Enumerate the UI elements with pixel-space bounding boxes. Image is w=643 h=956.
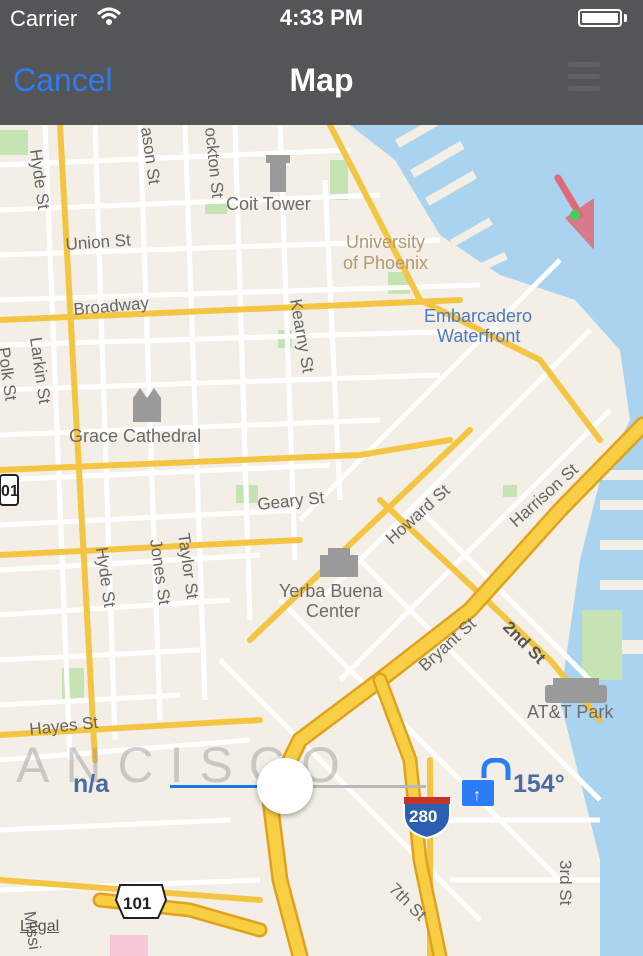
us101-shield: 101: [114, 884, 168, 919]
svg-text:101: 101: [123, 894, 151, 913]
label-coit-tower: Coit Tower: [226, 194, 311, 214]
svg-text:01: 01: [1, 483, 19, 500]
label-university-line2: of Phoenix: [343, 253, 428, 273]
label-yerba-buena-line1: Yerba Buena: [279, 581, 383, 601]
stadium-icon: [545, 678, 607, 703]
lock-icon[interactable]: ↑: [460, 757, 512, 808]
status-time: 4:33 PM: [279, 5, 364, 30]
menu-icon[interactable]: [568, 62, 600, 92]
label-yerba-buena-line2: Center: [306, 601, 360, 621]
navigation-bar: Carrier 4:33 PM Cancel Map: [0, 0, 643, 125]
svg-text:280: 280: [409, 807, 437, 826]
distance-readout: n/a: [73, 770, 110, 798]
us101-shield-left: 01: [0, 474, 19, 506]
label-embarcadero-line2: Waterfront: [437, 326, 520, 346]
label-att-park: AT&T Park: [527, 702, 614, 722]
svg-text:↑: ↑: [473, 787, 481, 804]
map-view[interactable]: 01 280 101 Coit Tower University of Phoe…: [0, 0, 643, 956]
label-embarcadero-line1: Embarcadero: [424, 306, 532, 326]
status-bar: Carrier 4:33 PM: [0, 0, 643, 38]
battery-tip: [624, 14, 627, 22]
label-university-line1: University: [346, 232, 425, 252]
page-title: Map: [289, 62, 354, 98]
slider-thumb[interactable]: [257, 758, 314, 814]
legal-link[interactable]: Legal: [20, 918, 59, 936]
battery-icon: [578, 9, 622, 27]
heading-readout: 154°: [513, 770, 565, 798]
label-grace-cathedral: Grace Cathedral: [69, 426, 201, 446]
street-3rd: 3rd St: [556, 860, 575, 906]
